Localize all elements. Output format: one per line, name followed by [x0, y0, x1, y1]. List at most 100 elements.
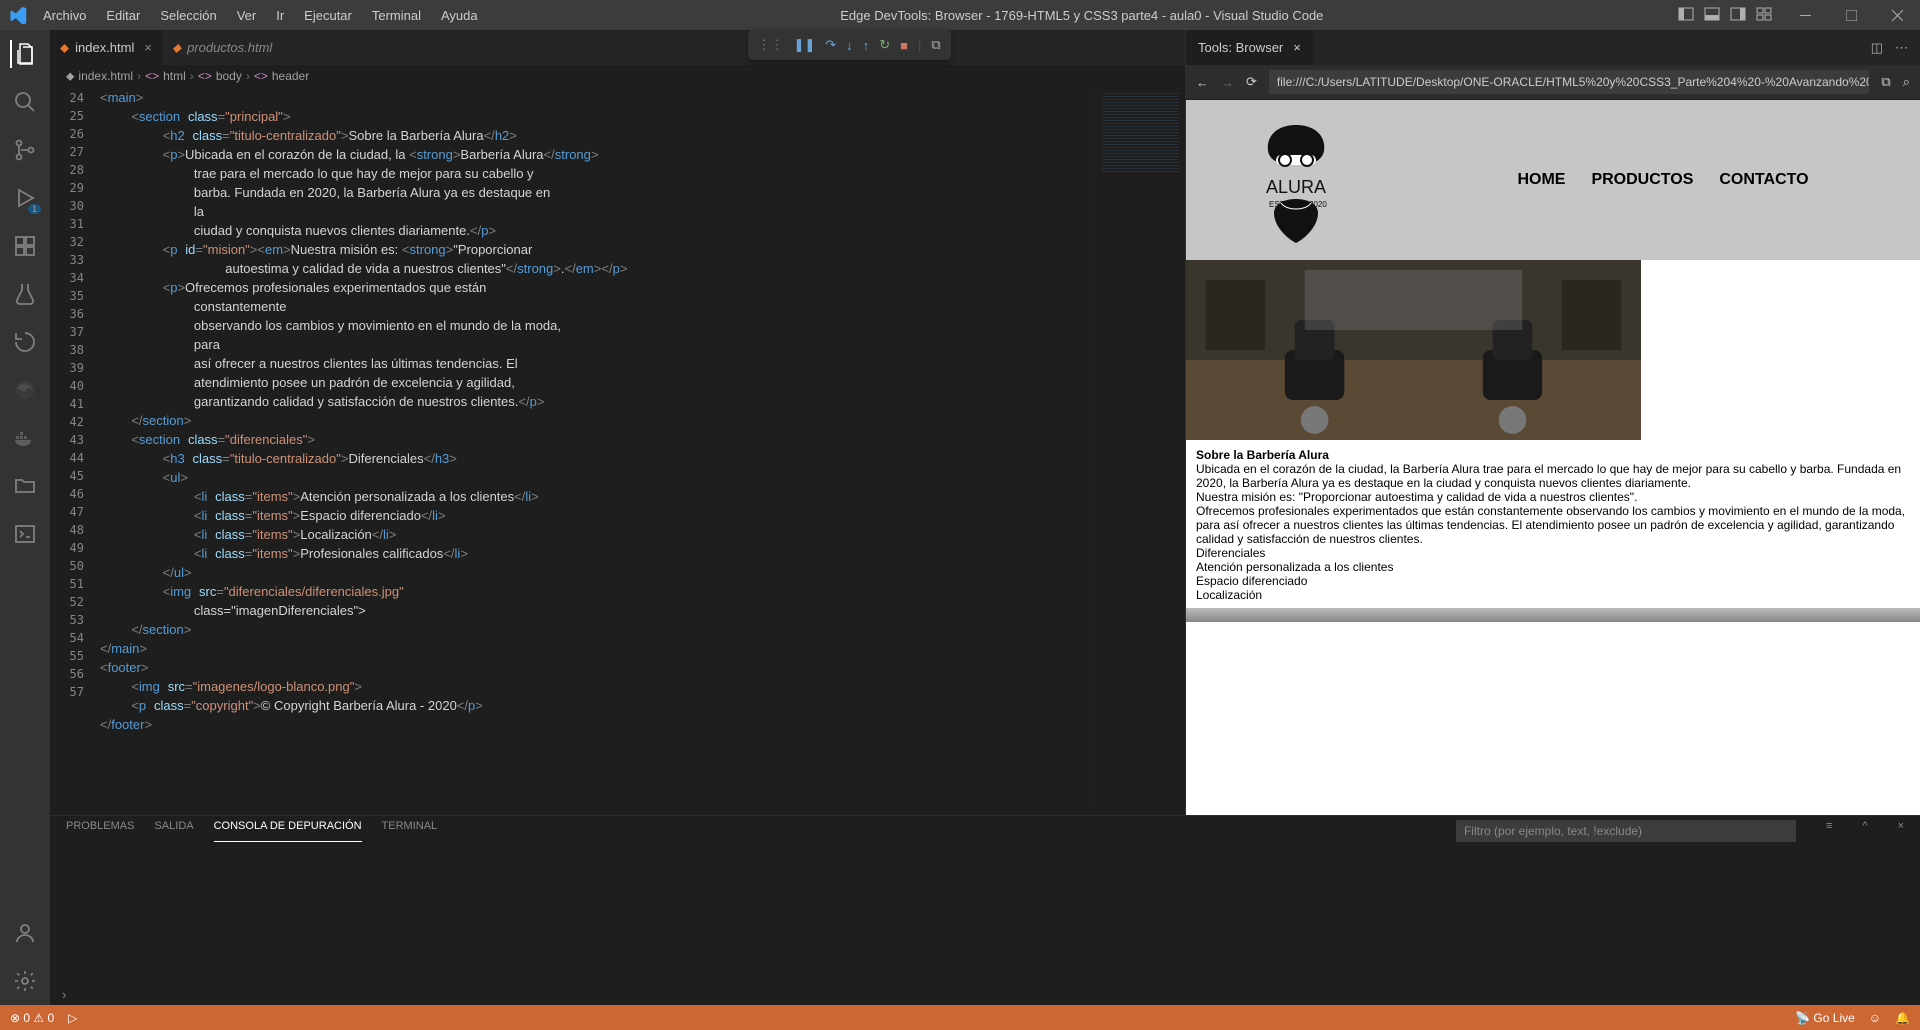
- devtools-icon[interactable]: ⧉: [931, 37, 940, 53]
- section-title: Sobre la Barbería Alura: [1196, 448, 1910, 462]
- go-live-button[interactable]: 📡 Go Live: [1795, 1011, 1855, 1025]
- debug-start-icon[interactable]: ▷: [68, 1011, 77, 1025]
- tab-terminal[interactable]: TERMINAL: [382, 820, 438, 842]
- panel-tabs: PROBLEMAS SALIDA CONSOLA DE DEPURACIÓN T…: [50, 816, 1920, 846]
- status-bar: ⊗ 0 ⚠ 0 ▷ 📡 Go Live ☺ 🔔: [0, 1005, 1920, 1030]
- browser-toolbar: ← → ⟳ file:///C:/Users/LATITUDE/Desktop/…: [1186, 65, 1920, 100]
- breadcrumb-item[interactable]: header: [272, 69, 309, 83]
- step-over-icon[interactable]: ↷: [825, 37, 836, 53]
- breadcrumb-item[interactable]: html: [163, 69, 186, 83]
- svg-text:ALURA: ALURA: [1266, 177, 1326, 197]
- layout-customize-icon[interactable]: [1756, 6, 1772, 25]
- menu-seleccion[interactable]: Selección: [152, 4, 224, 27]
- step-into-icon[interactable]: ↓: [846, 38, 853, 53]
- edge-icon[interactable]: [11, 376, 39, 404]
- menu-editar[interactable]: Editar: [98, 4, 148, 27]
- menu-archivo[interactable]: Archivo: [35, 4, 94, 27]
- maximize-button[interactable]: [1828, 0, 1874, 30]
- site-logo: ALURA ESTD 2020: [1186, 115, 1406, 245]
- menu-ver[interactable]: Ver: [229, 4, 265, 27]
- site-nav: HOME PRODUCTOS CONTACTO: [1406, 171, 1920, 189]
- run-debug-icon[interactable]: 1: [11, 184, 39, 212]
- pause-icon[interactable]: ❚❚: [794, 37, 816, 53]
- list-item: Localización: [1196, 588, 1910, 602]
- nav-contacto[interactable]: CONTACTO: [1719, 171, 1808, 189]
- close-window-button[interactable]: [1874, 0, 1920, 30]
- tab-index[interactable]: ⬥ index.html ×: [50, 30, 162, 65]
- terminal-activity-icon[interactable]: [11, 520, 39, 548]
- restart-icon[interactable]: ↻: [879, 37, 890, 53]
- bell-icon[interactable]: 🔔: [1895, 1011, 1910, 1025]
- list-item: Espacio diferenciado: [1196, 574, 1910, 588]
- html-file-icon: ⬥: [66, 69, 74, 84]
- split-editor-icon[interactable]: ◫: [1871, 40, 1883, 56]
- breadcrumb[interactable]: ⬥index.html › <>html › <>body › <>header: [50, 65, 1185, 87]
- layout-panel-bottom-icon[interactable]: [1704, 6, 1720, 25]
- nav-home[interactable]: HOME: [1517, 171, 1565, 189]
- close-panel-icon[interactable]: ×: [1898, 820, 1904, 842]
- html-file-icon: ⬥: [60, 40, 69, 56]
- minimize-button[interactable]: [1782, 0, 1828, 30]
- html-file-icon: ⬥: [172, 40, 181, 56]
- feedback-icon[interactable]: ☺: [1869, 1011, 1881, 1025]
- breadcrumb-item[interactable]: body: [216, 69, 242, 83]
- status-errors[interactable]: ⊗ 0 ⚠ 0: [10, 1011, 54, 1025]
- url-bar[interactable]: file:///C:/Users/LATITUDE/Desktop/ONE-OR…: [1269, 70, 1870, 94]
- close-icon[interactable]: ×: [144, 40, 152, 55]
- element-icon: <>: [254, 69, 268, 83]
- docker-icon[interactable]: [11, 424, 39, 452]
- titlebar: Archivo Editar Selección Ver Ir Ejecutar…: [0, 0, 1920, 30]
- close-icon[interactable]: ×: [1293, 40, 1301, 55]
- open-external-icon[interactable]: ⧉: [1881, 74, 1890, 90]
- folder-icon[interactable]: [11, 472, 39, 500]
- refresh-tests-icon[interactable]: [11, 328, 39, 356]
- tab-consola[interactable]: CONSOLA DE DEPURACIÓN: [214, 820, 362, 842]
- maximize-panel-icon[interactable]: ^: [1862, 820, 1867, 842]
- source-control-icon[interactable]: [11, 136, 39, 164]
- settings-icon[interactable]: ≡: [1826, 820, 1832, 842]
- drag-handle-icon[interactable]: ⋮⋮: [758, 37, 784, 53]
- tab-salida[interactable]: SALIDA: [154, 820, 193, 842]
- scrollbar[interactable]: [1186, 608, 1920, 622]
- tab-label: Tools: Browser: [1198, 40, 1283, 55]
- layout-panel-right-icon[interactable]: [1730, 6, 1746, 25]
- menu-bar: Archivo Editar Selección Ver Ir Ejecutar…: [35, 4, 486, 27]
- accounts-icon[interactable]: [11, 919, 39, 947]
- breadcrumb-item[interactable]: index.html: [78, 69, 133, 83]
- menu-ejecutar[interactable]: Ejecutar: [296, 4, 360, 27]
- list-item: Atención personalizada a los clientes: [1196, 560, 1910, 574]
- activity-bar: 1: [0, 30, 50, 1005]
- tab-label: index.html: [75, 40, 134, 55]
- filter-input[interactable]: Filtro (por ejemplo, text, !exclude): [1456, 820, 1796, 842]
- debug-console[interactable]: [50, 846, 1920, 983]
- menu-terminal[interactable]: Terminal: [364, 4, 429, 27]
- window-title: Edge DevTools: Browser - 1769-HTML5 y CS…: [486, 8, 1678, 23]
- nav-productos[interactable]: PRODUCTOS: [1591, 171, 1693, 189]
- debug-toolbar[interactable]: ⋮⋮ ❚❚ ↷ ↓ ↑ ↻ ■ | ⧉: [748, 30, 951, 60]
- section-title: Diferenciales: [1196, 546, 1910, 560]
- element-icon: <>: [198, 69, 212, 83]
- search-icon[interactable]: [11, 88, 39, 116]
- back-icon[interactable]: ←: [1196, 75, 1209, 90]
- explorer-icon[interactable]: [10, 40, 38, 68]
- hero-image: [1186, 260, 1641, 440]
- more-icon[interactable]: ⋯: [1895, 40, 1908, 56]
- paragraph: Nuestra misión es: "Proporcionar autoest…: [1196, 490, 1910, 504]
- menu-ayuda[interactable]: Ayuda: [433, 4, 486, 27]
- tab-productos[interactable]: ⬥ productos.html: [162, 30, 282, 65]
- step-out-icon[interactable]: ↑: [863, 38, 870, 53]
- settings-gear-icon[interactable]: [11, 967, 39, 995]
- extensions-icon[interactable]: [11, 232, 39, 260]
- reload-icon[interactable]: ⟳: [1246, 74, 1257, 90]
- devtools-toggle-icon[interactable]: ⌕: [1903, 74, 1910, 90]
- testing-icon[interactable]: [11, 280, 39, 308]
- panel-breadcrumb[interactable]: ›: [50, 983, 1920, 1005]
- tab-tools-browser[interactable]: Tools: Browser ×: [1186, 30, 1313, 65]
- layout-panel-left-icon[interactable]: [1678, 6, 1694, 25]
- editor-tabs: ⬥ index.html × ⬥ productos.html ⋮⋮ ❚❚ ↷ …: [50, 30, 1185, 65]
- tab-problemas[interactable]: PROBLEMAS: [66, 820, 134, 842]
- menu-ir[interactable]: Ir: [268, 4, 292, 27]
- forward-icon[interactable]: →: [1221, 75, 1234, 90]
- stop-icon[interactable]: ■: [900, 38, 908, 53]
- run-badge: 1: [28, 204, 41, 214]
